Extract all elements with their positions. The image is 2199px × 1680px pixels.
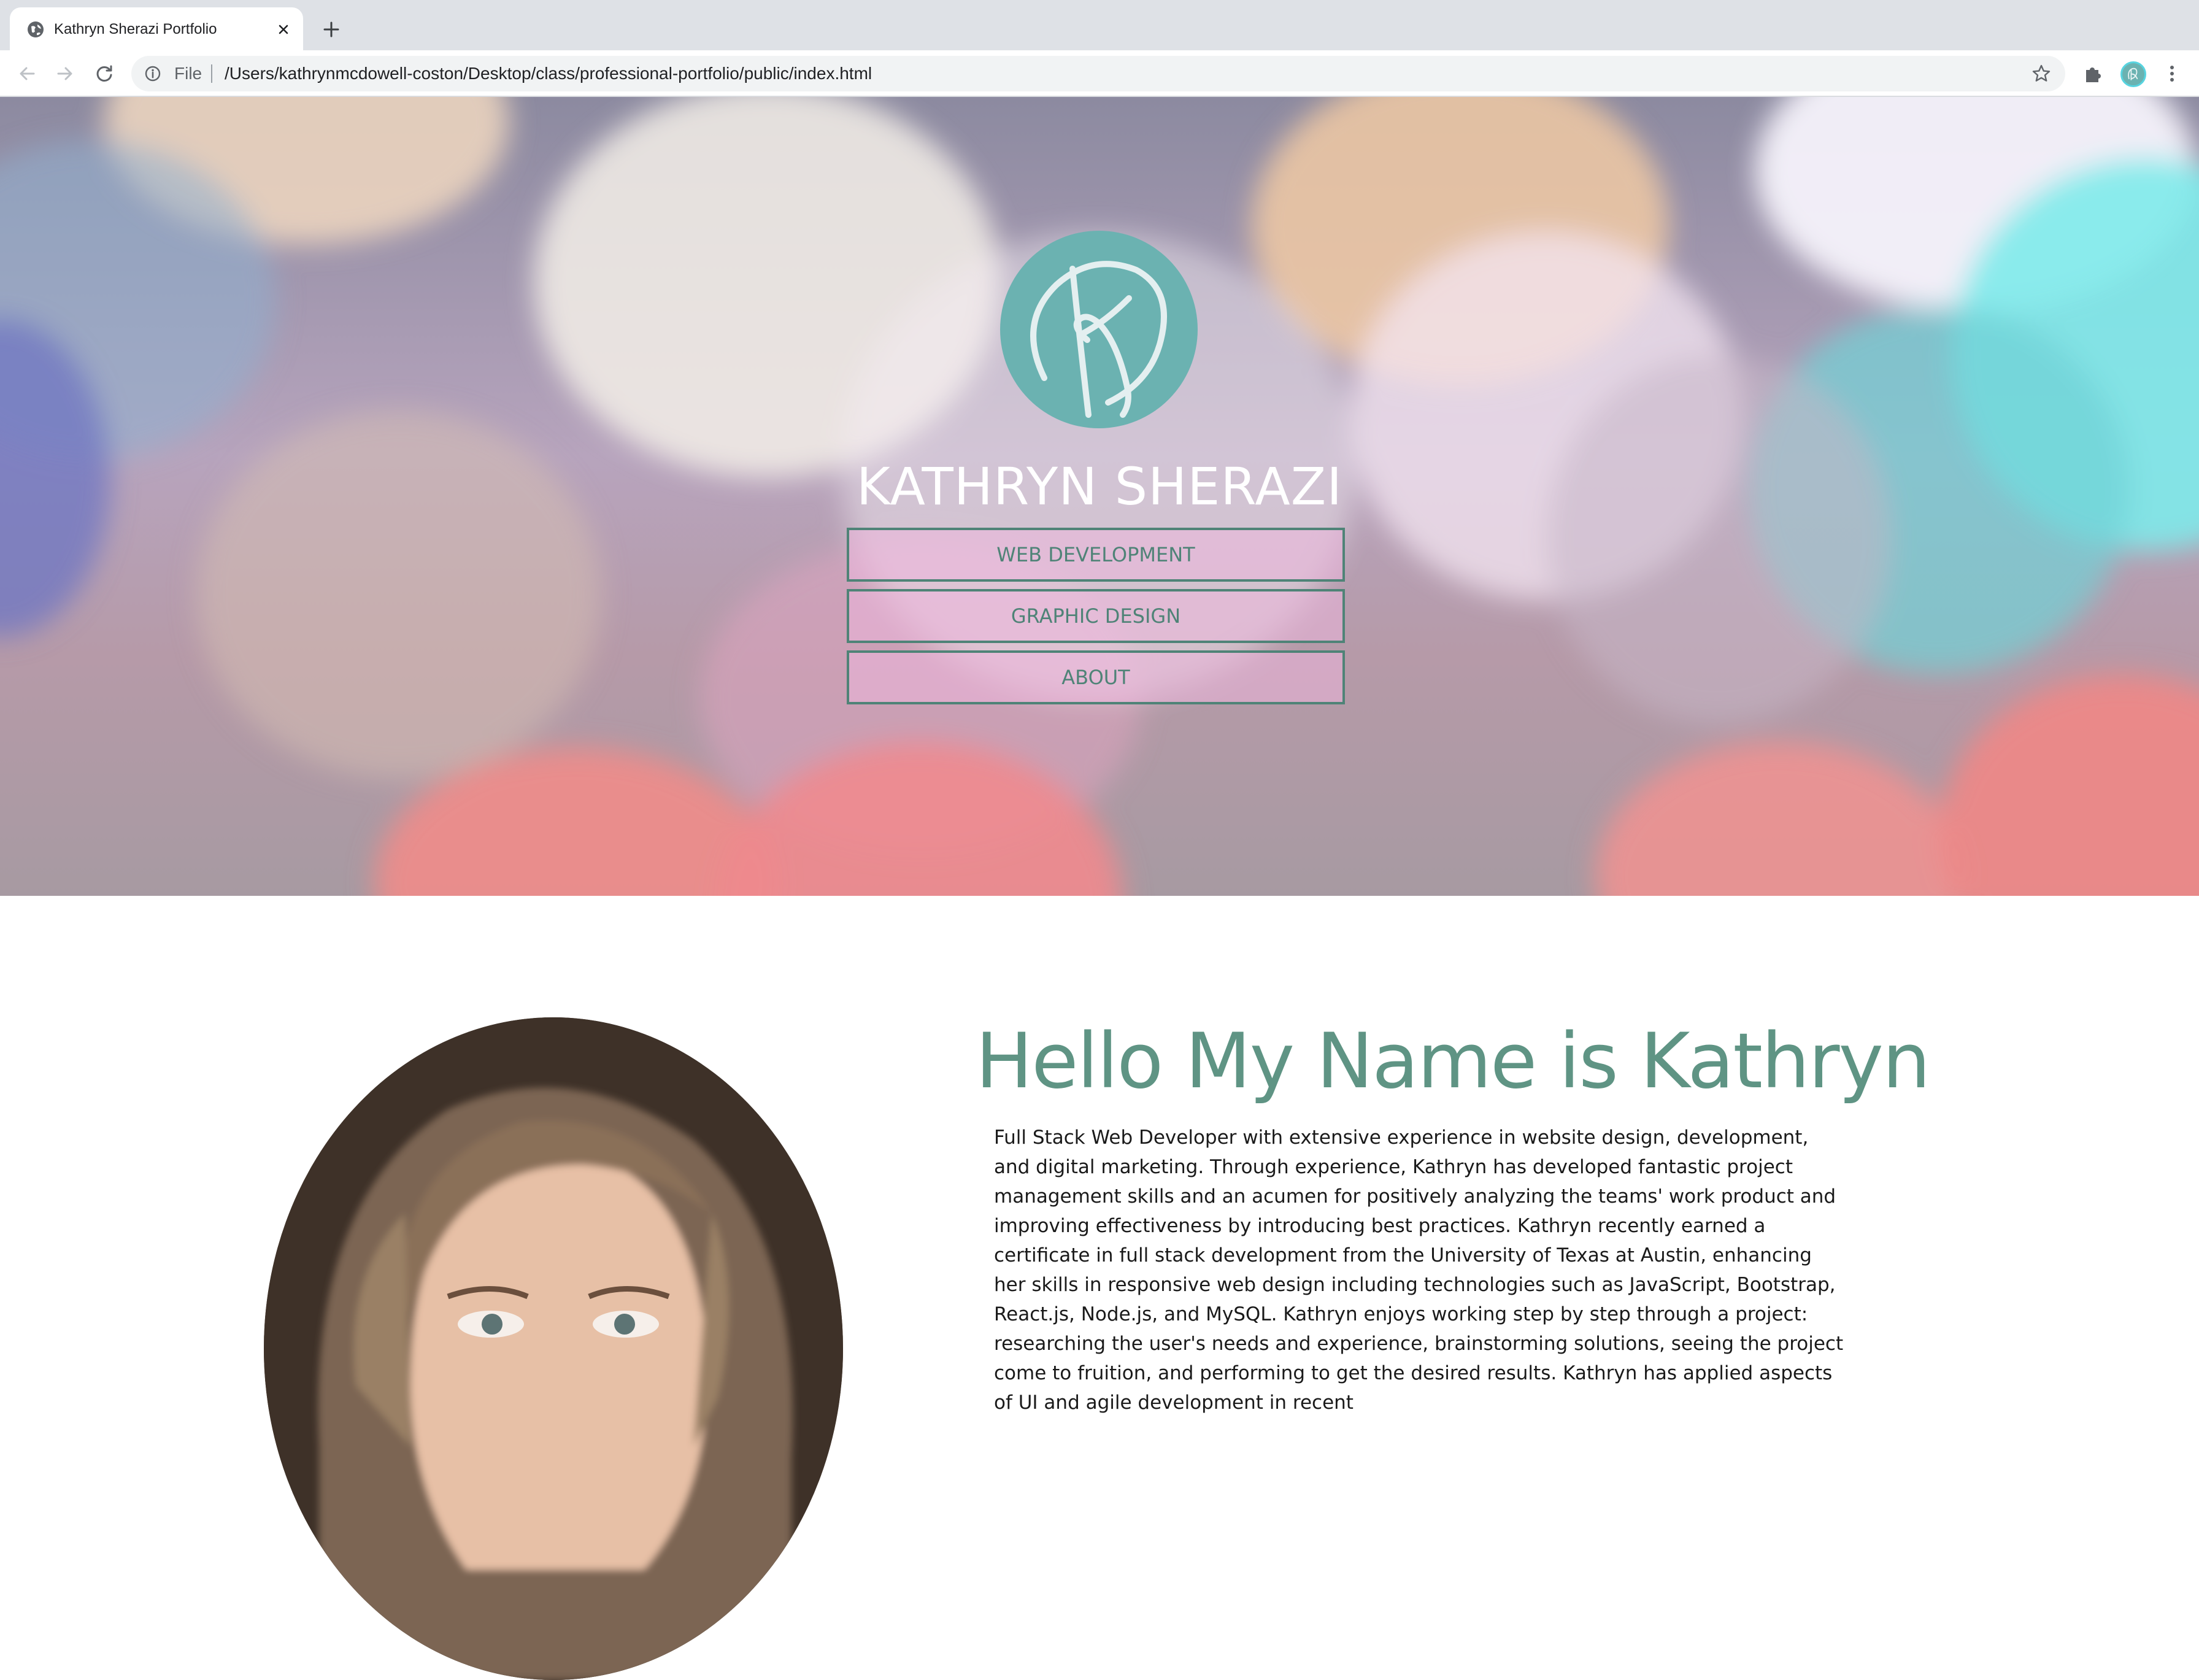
address-separator — [211, 64, 212, 83]
monogram-logo-icon — [2122, 63, 2144, 85]
browser-tabstrip: Kathryn Sherazi Portfolio — [0, 0, 2199, 50]
about-heading: Hello My Name is Kathryn — [976, 1017, 1930, 1106]
hero-name-heading: KATHRYN SHERAZI — [856, 457, 1343, 517]
close-icon[interactable] — [274, 20, 293, 39]
about-button[interactable]: ABOUT — [847, 650, 1345, 704]
tab-title: Kathryn Sherazi Portfolio — [54, 21, 217, 37]
avatar[interactable] — [2120, 61, 2146, 87]
hero-navigation: WEB DEVELOPMENT GRAPHIC DESIGN ABOUT — [847, 528, 1345, 712]
profile-photo — [264, 1017, 843, 1680]
graphic-design-button[interactable]: GRAPHIC DESIGN — [847, 589, 1345, 643]
back-arrow-icon[interactable] — [15, 61, 39, 86]
address-scheme-label: File — [174, 64, 202, 83]
puzzle-icon[interactable] — [2081, 61, 2106, 86]
info-icon[interactable] — [144, 64, 162, 83]
about-bio-text: Full Stack Web Developer with extensive … — [994, 1127, 1844, 1414]
browser-toolbar: File /Users/kathrynmcdowell-coston/Deskt… — [0, 50, 2199, 97]
plus-icon[interactable] — [320, 18, 342, 40]
kathryn-monogram-logo-icon — [1000, 231, 1198, 428]
reload-icon[interactable] — [92, 61, 117, 86]
portrait-image — [264, 1017, 843, 1680]
star-icon[interactable] — [2031, 63, 2052, 84]
browser-tab-active[interactable]: Kathryn Sherazi Portfolio — [10, 7, 303, 50]
kebab-menu-icon[interactable] — [2160, 61, 2184, 86]
web-development-button[interactable]: WEB DEVELOPMENT — [847, 528, 1345, 582]
forward-arrow-icon[interactable] — [53, 61, 77, 86]
globe-icon — [28, 21, 44, 37]
address-bar[interactable]: File /Users/kathrynmcdowell-coston/Deskt… — [131, 56, 2065, 91]
address-url[interactable]: /Users/kathrynmcdowell-coston/Desktop/cl… — [225, 62, 872, 85]
hero-section: KATHRYN SHERAZI WEB DEVELOPMENT GRAPHIC … — [0, 97, 2199, 896]
